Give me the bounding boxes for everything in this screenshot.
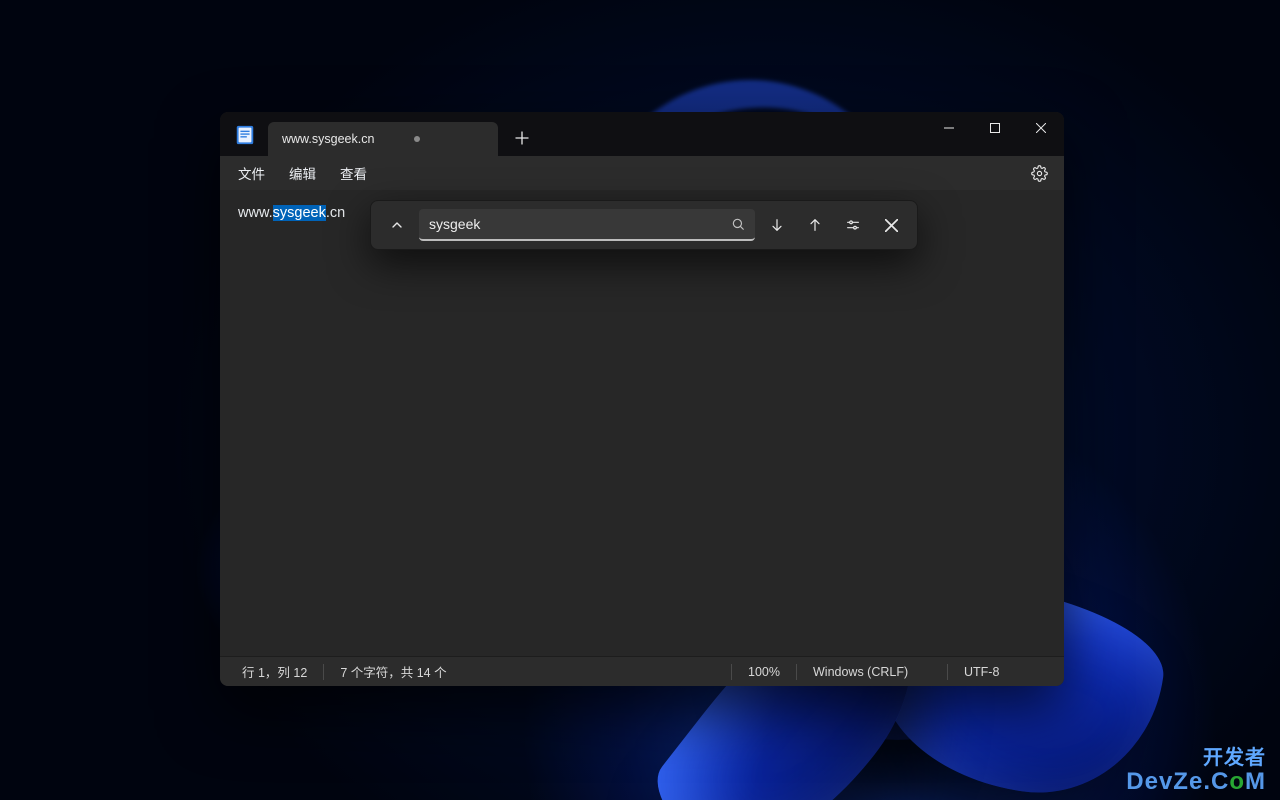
find-input[interactable] xyxy=(429,216,731,232)
text-highlighted-match: sysgeek xyxy=(273,205,326,221)
menubar: 文件 编辑 查看 xyxy=(220,156,1064,190)
menu-view[interactable]: 查看 xyxy=(332,159,375,187)
new-tab-button[interactable] xyxy=(506,122,538,154)
find-previous-button[interactable] xyxy=(799,209,831,241)
editor-content[interactable]: www.sysgeek.cn xyxy=(220,190,1064,656)
tab-title: www.sysgeek.cn xyxy=(282,132,374,146)
status-zoom[interactable]: 100% xyxy=(732,665,796,679)
titlebar: www.sysgeek.cn xyxy=(220,112,1064,156)
settings-button[interactable] xyxy=(1024,158,1054,188)
unsaved-indicator-icon xyxy=(414,136,420,142)
watermark: 开发者 DevZe.CoM xyxy=(1126,748,1266,794)
find-input-wrap[interactable] xyxy=(419,209,755,241)
minimize-button[interactable] xyxy=(926,112,972,144)
document-tab[interactable]: www.sysgeek.cn xyxy=(268,122,498,156)
notepad-window: www.sysgeek.cn 文件 编辑 查看 www.sysgeek.cn xyxy=(220,112,1064,686)
window-controls xyxy=(926,112,1064,156)
search-icon xyxy=(731,217,745,231)
watermark-line2: DevZe.CoM xyxy=(1126,769,1266,794)
text-prefix: www. xyxy=(238,205,273,221)
menu-edit[interactable]: 编辑 xyxy=(281,159,324,187)
status-eol[interactable]: Windows (CRLF) xyxy=(797,665,947,679)
find-options-button[interactable] xyxy=(837,209,869,241)
statusbar: 行 1，列 12 7 个字符，共 14 个 100% Windows (CRLF… xyxy=(220,656,1064,686)
close-button[interactable] xyxy=(1018,112,1064,144)
status-selection: 7 个字符，共 14 个 xyxy=(324,662,462,681)
text-suffix: .cn xyxy=(326,205,345,221)
find-next-button[interactable] xyxy=(761,209,793,241)
maximize-button[interactable] xyxy=(972,112,1018,144)
menu-file[interactable]: 文件 xyxy=(230,159,273,187)
find-close-button[interactable] xyxy=(875,209,907,241)
watermark-line1: 开发者 xyxy=(1126,748,1266,769)
status-position[interactable]: 行 1，列 12 xyxy=(226,662,323,681)
status-encoding[interactable]: UTF-8 xyxy=(948,665,1058,679)
find-bar xyxy=(370,200,918,250)
find-expand-button[interactable] xyxy=(381,209,413,241)
notepad-app-icon xyxy=(234,124,256,146)
